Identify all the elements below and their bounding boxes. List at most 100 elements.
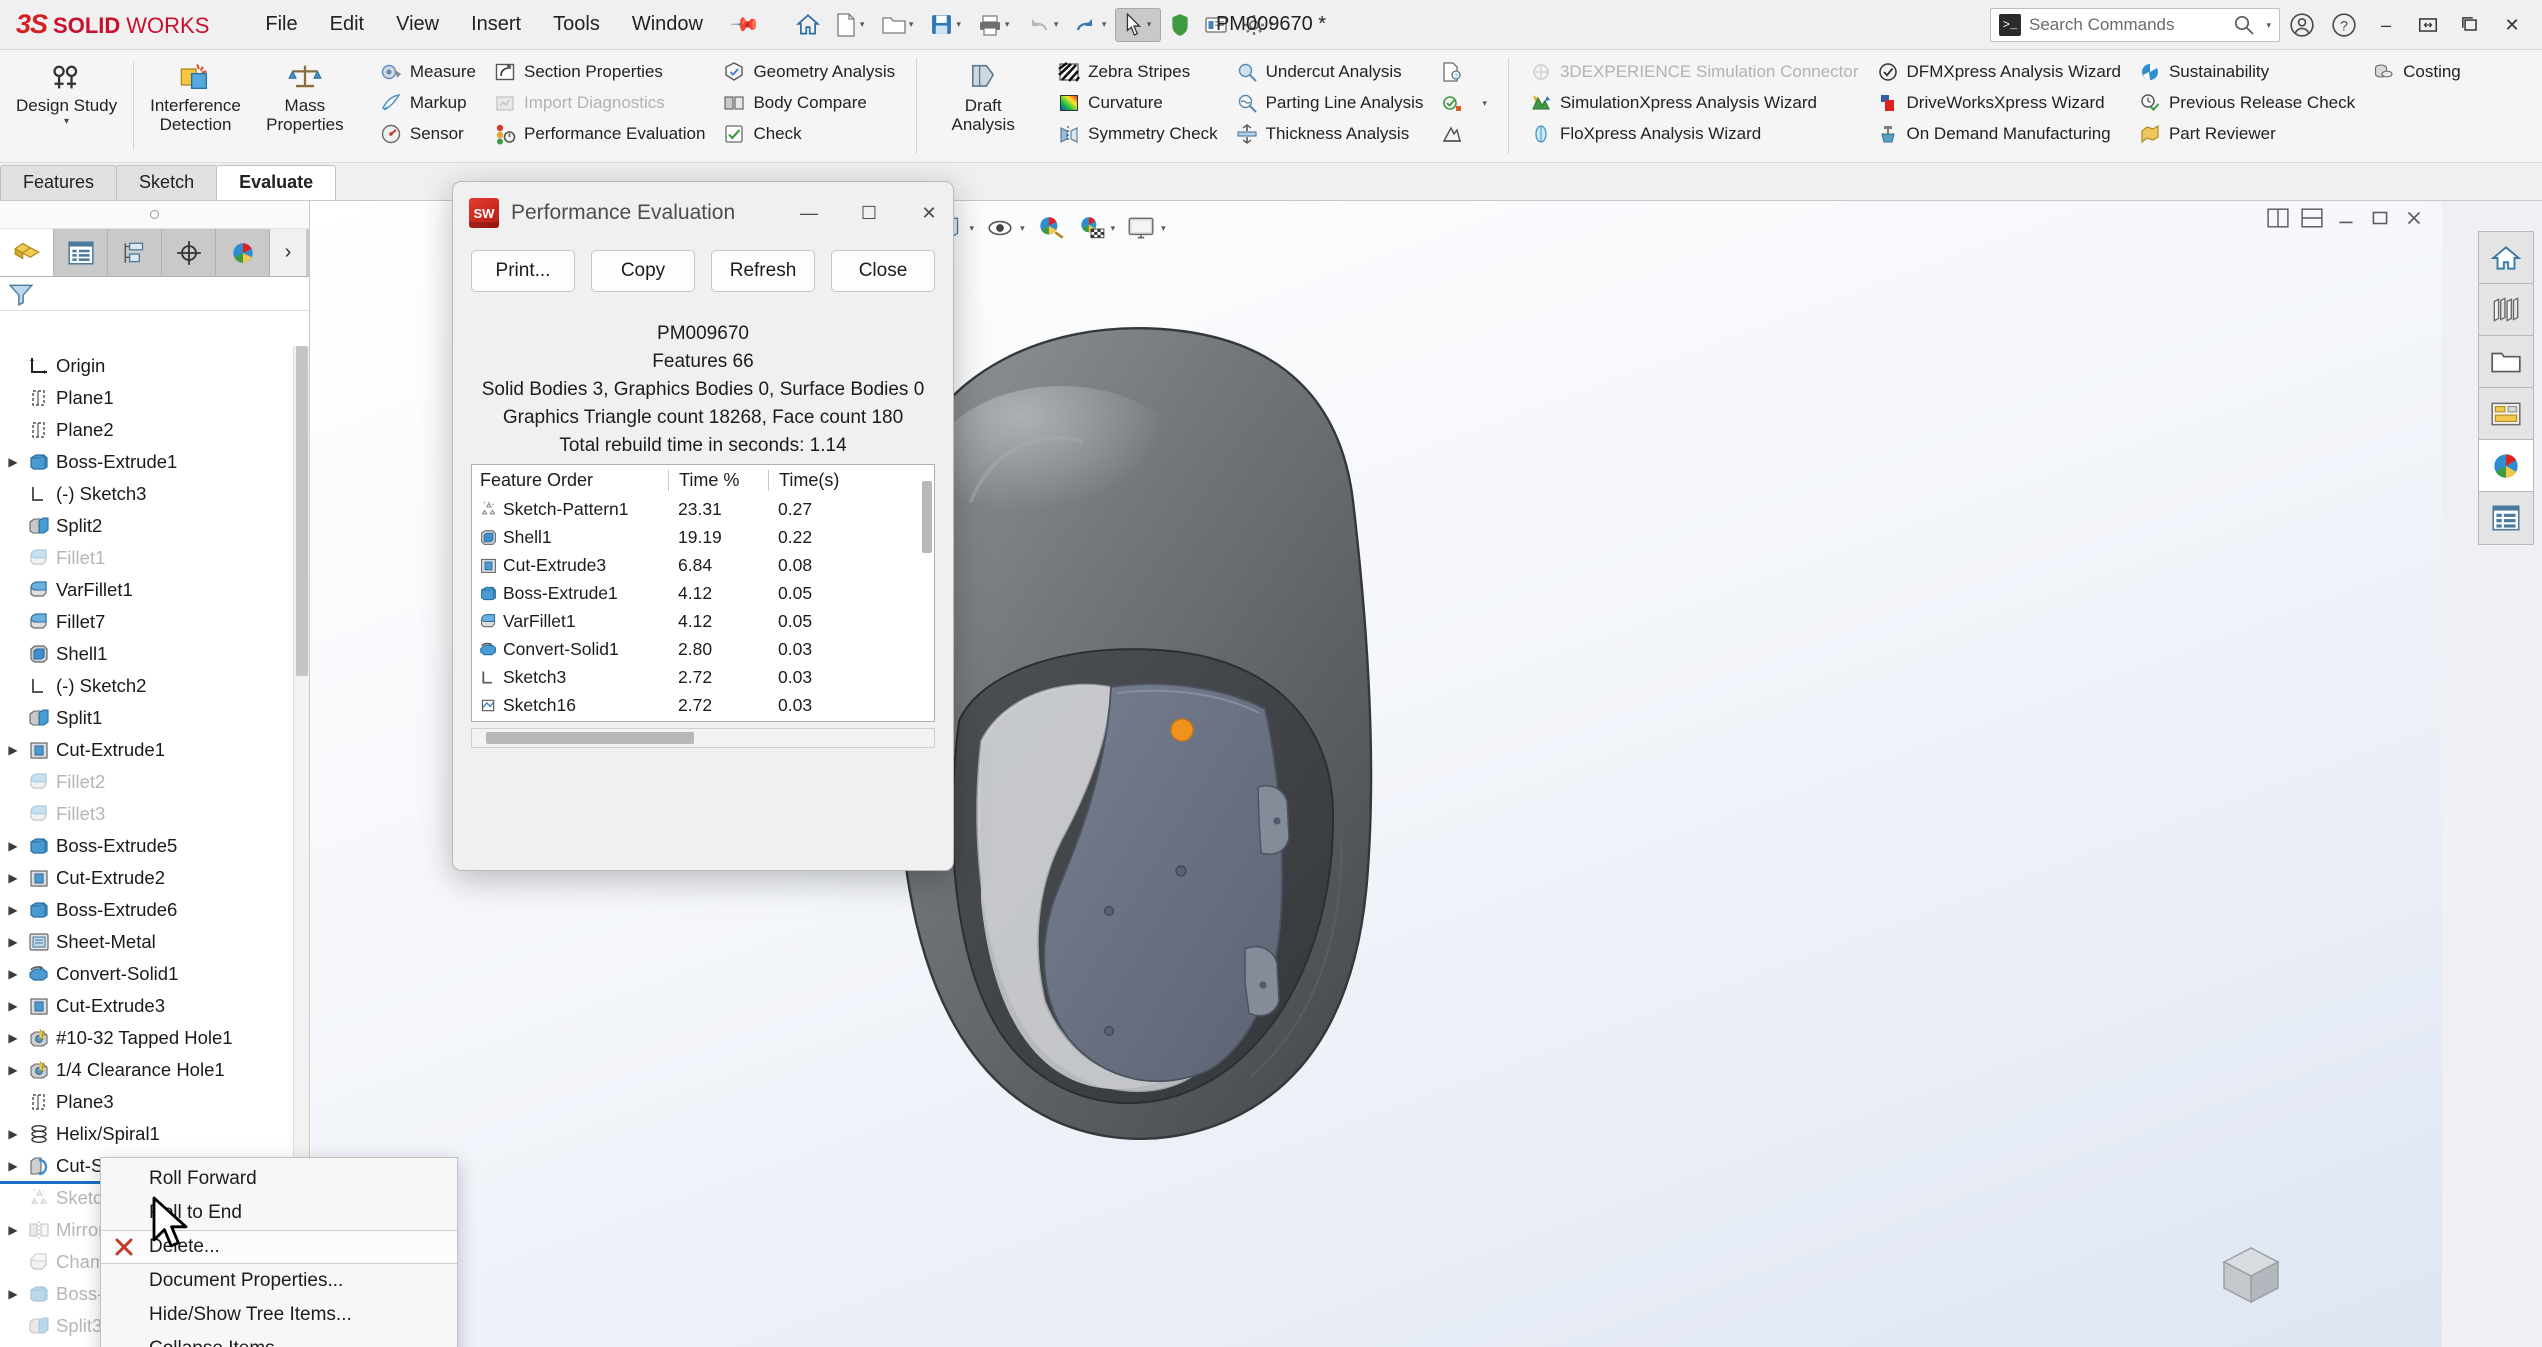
performance-table-row[interactable]: Sketch-Pattern1 23.31 0.27	[472, 495, 934, 523]
close-dialog-button[interactable]: Close	[831, 250, 935, 292]
menu-insert[interactable]: Insert	[455, 7, 537, 42]
undercut-analysis-button[interactable]: Undercut Analysis	[1229, 57, 1431, 87]
restore-button[interactable]	[2408, 6, 2448, 44]
minimize-button[interactable]: –	[2366, 6, 2406, 44]
shield-icon[interactable]	[1163, 8, 1197, 42]
close-button[interactable]: ✕	[2492, 6, 2532, 44]
dialog-title-bar[interactable]: SW Performance Evaluation — ☐ ✕	[453, 182, 953, 244]
menu-tools[interactable]: Tools	[537, 7, 616, 42]
expand-arrow-icon[interactable]: ▶	[4, 1063, 22, 1077]
feature-tree-item[interactable]: Origin	[0, 350, 309, 382]
close-viewport-icon[interactable]	[2400, 205, 2428, 231]
feature-tree-item[interactable]: Fillet7	[0, 606, 309, 638]
feature-tree-item[interactable]: (-) Sketch2	[0, 670, 309, 702]
display-manager-icon[interactable]	[216, 229, 270, 276]
file-explorer-icon[interactable]	[2479, 336, 2533, 388]
print-button[interactable]: Print...	[471, 250, 575, 292]
feature-tree-item[interactable]: Split2	[0, 510, 309, 542]
performance-evaluation-dialog[interactable]: SW Performance Evaluation — ☐ ✕ Print...…	[452, 181, 954, 871]
sustainability-button[interactable]: Sustainability	[2132, 57, 2362, 87]
section-properties-button[interactable]: Section Properties	[487, 57, 712, 87]
costing-button[interactable]: Costing	[2366, 57, 2468, 87]
check-green-button[interactable]: ▾	[1434, 88, 1494, 118]
feature-tree-item[interactable]: ▶ Sheet-Metal	[0, 926, 309, 958]
feature-tree-item[interactable]: Plane3	[0, 1086, 309, 1118]
expand-arrow-icon[interactable]: ▶	[4, 871, 22, 885]
expand-arrow-icon[interactable]: ▶	[4, 1159, 22, 1173]
select-arrow-icon[interactable]: ▾	[1114, 7, 1161, 42]
tab-evaluate[interactable]: Evaluate	[216, 165, 337, 200]
view-orientation-cube-icon[interactable]	[2212, 1236, 2290, 1319]
body-compare-button[interactable]: Body Compare	[716, 88, 902, 118]
feature-tree-item[interactable]: Plane2	[0, 414, 309, 446]
geometry-analysis-button[interactable]: Geometry Analysis	[716, 57, 902, 87]
panel-collapse-handle[interactable]	[0, 201, 309, 229]
interference-detection-button[interactable]: Interference Detection	[140, 54, 251, 138]
sensor-button[interactable]: Sensor	[373, 119, 483, 149]
design-library-icon[interactable]	[2479, 284, 2533, 336]
expand-arrow-icon[interactable]: ▶	[4, 455, 22, 469]
refresh-button[interactable]: Refresh	[711, 250, 815, 292]
feature-tree-item[interactable]: ▶ Boss-Extrude6	[0, 894, 309, 926]
feature-tree-context-menu[interactable]: Roll Forward Roll to End Delete... Document…	[100, 1157, 458, 1347]
expand-arrow-icon[interactable]: ▶	[4, 1287, 22, 1301]
check-green-caret-icon[interactable]: ▾	[1482, 98, 1487, 109]
design-study-caret-icon[interactable]: ▾	[64, 116, 69, 127]
part-reviewer-button[interactable]: Part Reviewer	[2132, 119, 2362, 149]
appearances-scenes-icon[interactable]	[2479, 440, 2533, 492]
menu-view[interactable]: View	[380, 7, 455, 42]
minimize-viewport-icon[interactable]	[2332, 205, 2360, 231]
feature-tree-item[interactable]: Fillet1	[0, 542, 309, 574]
feature-tree-item[interactable]: (-) Sketch3	[0, 478, 309, 510]
check-button[interactable]: Check	[716, 119, 902, 149]
expand-arrow-icon[interactable]: ▶	[4, 999, 22, 1013]
performance-table-row[interactable]: Shell1 19.19 0.22	[472, 523, 934, 551]
feature-tree-item[interactable]: Plane1	[0, 382, 309, 414]
markup-button[interactable]: Markup	[373, 88, 483, 118]
restore-viewport-icon[interactable]	[2366, 205, 2394, 231]
previous-release-check-button[interactable]: Previous Release Check	[2132, 88, 2362, 118]
context-menu-item[interactable]: Document Properties...	[101, 1264, 457, 1298]
help-icon[interactable]: ?	[2324, 6, 2364, 44]
redo-icon[interactable]: ▾	[1067, 8, 1113, 42]
dialog-close-button[interactable]: ✕	[905, 188, 953, 238]
thickness-analysis-button[interactable]: Thickness Analysis	[1229, 119, 1431, 149]
performance-table-row[interactable]: Fillet72.720.03	[472, 719, 934, 721]
feature-tree-item[interactable]: ▶ Boss-Extrude1	[0, 446, 309, 478]
draft-analysis-button[interactable]: Draft Analysis	[929, 54, 1037, 138]
zebra-stripes-button[interactable]: Zebra Stripes	[1051, 57, 1224, 87]
dialog-minimize-button[interactable]: —	[785, 188, 833, 238]
menu-file[interactable]: File	[249, 7, 313, 42]
performance-table-row[interactable]: Cut-Extrude3 6.84 0.08	[472, 551, 934, 579]
dialog-maximize-button[interactable]: ☐	[845, 188, 893, 238]
solidworks-resources-icon[interactable]	[2479, 232, 2533, 284]
search-commands-box[interactable]: >_ Search Commands ▾	[1990, 8, 2280, 42]
menu-edit[interactable]: Edit	[314, 7, 380, 42]
dimxpert-manager-icon[interactable]	[162, 229, 216, 276]
feature-tree-filter-row[interactable]	[0, 277, 309, 311]
maximize-button[interactable]	[2450, 6, 2490, 44]
view-palette-icon[interactable]	[2479, 388, 2533, 440]
driveworksxpress-button[interactable]: DriveWorksXpress Wizard	[1870, 88, 2128, 118]
new-document-icon[interactable]: ▾	[827, 8, 873, 42]
chevron-right-icon[interactable]: ›	[270, 229, 306, 276]
mass-properties-button[interactable]: Mass Properties	[251, 54, 359, 138]
search-input[interactable]: Search Commands	[2029, 15, 2225, 35]
floxpress-button[interactable]: FloXpress Analysis Wizard	[1523, 119, 1866, 149]
performance-table-row[interactable]: Boss-Extrude1 4.12 0.05	[472, 579, 934, 607]
context-menu-item[interactable]: Collapse Items	[101, 1332, 457, 1347]
context-menu-item[interactable]: Delete...	[101, 1230, 457, 1264]
context-menu-item[interactable]: Hide/Show Tree Items...	[101, 1298, 457, 1332]
property-manager-icon[interactable]	[54, 229, 108, 276]
pin-icon[interactable]: 📌	[715, 0, 774, 54]
custom-properties-icon[interactable]	[2479, 492, 2533, 544]
performance-table[interactable]: Feature Order Time % Time(s) Sketch-Patt…	[471, 464, 935, 722]
performance-table-scroll-thumb[interactable]	[922, 481, 932, 553]
expand-arrow-icon[interactable]: ▶	[4, 935, 22, 949]
feature-tree-item[interactable]: ▶ Convert-Solid1	[0, 958, 309, 990]
performance-evaluation-button[interactable]: Performance Evaluation	[487, 119, 712, 149]
expand-arrow-icon[interactable]: ▶	[4, 743, 22, 757]
performance-table-row[interactable]: Convert-Solid1 2.80 0.03	[472, 635, 934, 663]
context-menu-item[interactable]: Roll Forward	[101, 1162, 457, 1196]
performance-table-hscroll-thumb[interactable]	[486, 732, 694, 744]
